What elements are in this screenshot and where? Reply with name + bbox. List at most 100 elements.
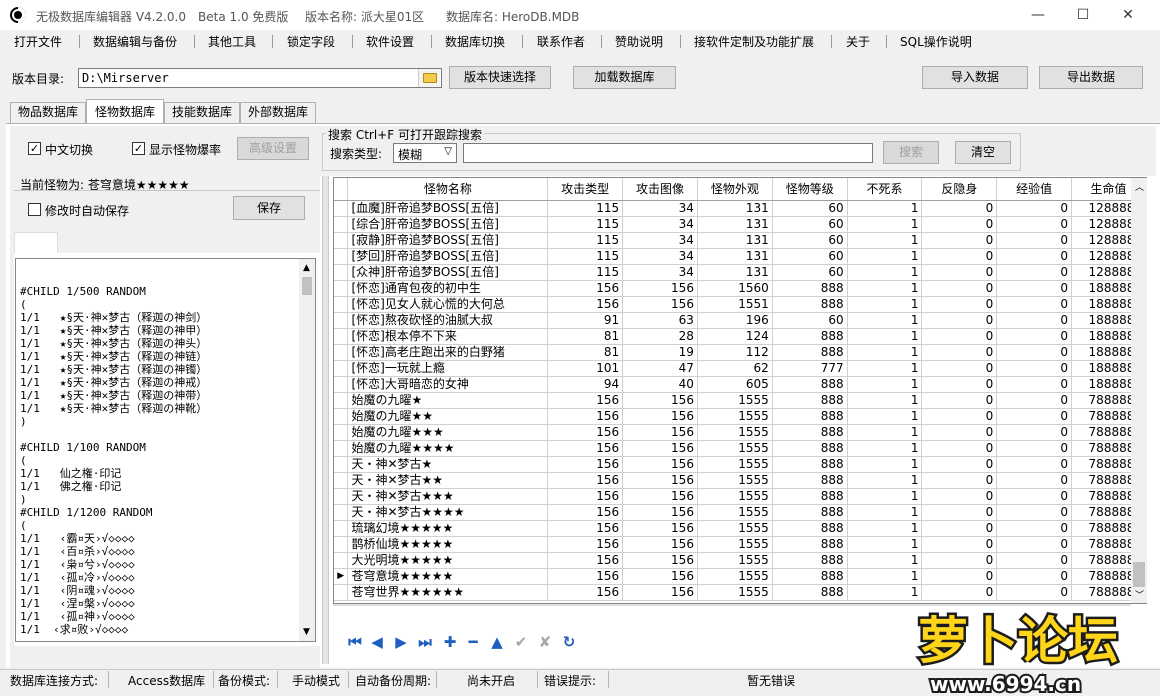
table-cell[interactable]: 1555 (697, 584, 773, 601)
row-header[interactable] (334, 424, 349, 441)
table-cell[interactable]: 156 (547, 536, 624, 553)
table-cell[interactable]: 156 (622, 280, 698, 297)
table-cell[interactable]: 1 (847, 488, 923, 505)
table-cell[interactable]: 156 (622, 456, 698, 473)
row-header[interactable] (334, 440, 349, 457)
scroll-up-icon[interactable]: ︿ (1135, 180, 1144, 193)
table-cell[interactable]: 156 (622, 520, 698, 537)
table-cell[interactable]: 115 (547, 232, 624, 249)
table-cell[interactable]: 始魔の九曜★★★★ (347, 440, 549, 457)
table-cell[interactable]: [怀恋]见女人就心慌的大何总 (347, 296, 549, 313)
column-header[interactable]: 攻击类型 (547, 178, 624, 201)
table-cell[interactable]: 91 (547, 312, 624, 329)
row-header[interactable] (334, 552, 349, 569)
table-cell[interactable]: 0 (921, 568, 998, 585)
table-row[interactable]: [综合]肝帝追梦BOSS[五倍] 115 34 131 60 1 0 0 1288888 (334, 216, 1146, 233)
table-cell[interactable]: 60 (772, 216, 848, 233)
table-cell[interactable]: 1 (847, 200, 923, 217)
table-cell[interactable]: 天・神✕梦古★★★★ (347, 504, 549, 521)
table-cell[interactable]: 1 (847, 568, 923, 585)
table-cell[interactable]: 156 (622, 472, 698, 489)
minimize-button[interactable]: — (1015, 0, 1061, 30)
column-header[interactable]: 怪物等级 (772, 178, 848, 201)
table-row[interactable]: [寂静]肝帝追梦BOSS[五倍] 115 34 131 60 1 0 0 1288888 (334, 232, 1146, 249)
scroll-down-icon[interactable]: ▼ (303, 627, 310, 637)
table-cell[interactable]: 0 (996, 568, 1073, 585)
table-row[interactable]: 始魔の九曜★★★ 156 156 1555 888 1 0 0 7888888 (334, 424, 1146, 441)
table-cell[interactable]: 0 (921, 392, 998, 409)
column-header[interactable]: 怪物名称 (347, 178, 549, 201)
menu-lock-fields[interactable]: 锁定字段 (287, 33, 335, 50)
table-cell[interactable]: 0 (996, 408, 1073, 425)
browse-folder-button[interactable] (418, 69, 440, 87)
next-record-icon[interactable]: ▶ (391, 629, 411, 655)
table-cell[interactable]: 196 (697, 312, 773, 329)
table-cell[interactable]: 大光明境★★★★★ (347, 552, 549, 569)
table-cell[interactable]: 天・神✕梦古★ (347, 456, 549, 473)
table-cell[interactable]: 888 (772, 440, 848, 457)
table-cell[interactable]: 1555 (697, 520, 773, 537)
table-cell[interactable]: 131 (697, 232, 773, 249)
column-header[interactable]: 不死系 (847, 178, 923, 201)
table-cell[interactable]: 1555 (697, 456, 773, 473)
table-row[interactable]: [怀恋]一玩就上瘾 101 47 62 777 1 0 0 1888888 (334, 360, 1146, 377)
table-cell[interactable]: 60 (772, 312, 848, 329)
table-cell[interactable]: 0 (996, 200, 1073, 217)
search-input[interactable] (463, 143, 873, 163)
table-cell[interactable]: 0 (921, 264, 998, 281)
row-header[interactable] (334, 328, 349, 345)
table-cell[interactable]: 60 (772, 248, 848, 265)
table-cell[interactable]: 156 (547, 568, 624, 585)
table-cell[interactable]: 1555 (697, 392, 773, 409)
splitter[interactable] (322, 176, 329, 664)
table-cell[interactable]: 0 (921, 296, 998, 313)
table-cell[interactable]: 888 (772, 520, 848, 537)
table-cell[interactable]: 888 (772, 424, 848, 441)
table-cell[interactable]: 0 (996, 536, 1073, 553)
table-cell[interactable]: 1555 (697, 488, 773, 505)
table-cell[interactable]: 1 (847, 456, 923, 473)
table-cell[interactable]: 始魔の九曜★★ (347, 408, 549, 425)
table-cell[interactable]: 131 (697, 248, 773, 265)
quick-select-button[interactable]: 版本快速选择 (449, 66, 551, 89)
table-cell[interactable]: 始魔の九曜★ (347, 392, 549, 409)
table-cell[interactable]: 0 (921, 344, 998, 361)
row-header[interactable] (334, 376, 349, 393)
table-cell[interactable]: 0 (996, 424, 1073, 441)
row-header[interactable] (334, 584, 349, 601)
table-cell[interactable]: 鹊桥仙境★★★★★ (347, 536, 549, 553)
table-cell[interactable]: 156 (622, 440, 698, 457)
table-cell[interactable]: 0 (921, 232, 998, 249)
table-cell[interactable]: 1 (847, 296, 923, 313)
table-cell[interactable]: 0 (996, 552, 1073, 569)
table-cell[interactable]: 60 (772, 232, 848, 249)
table-cell[interactable]: [怀恋]大哥暗恋的女神 (347, 376, 549, 393)
table-cell[interactable]: 63 (622, 312, 698, 329)
table-cell[interactable]: 888 (772, 472, 848, 489)
table-cell[interactable]: 156 (547, 456, 624, 473)
row-header[interactable] (334, 360, 349, 377)
table-cell[interactable]: 112 (697, 344, 773, 361)
table-cell[interactable]: 115 (547, 216, 624, 233)
table-cell[interactable]: 156 (547, 504, 624, 521)
table-cell[interactable]: 156 (547, 552, 624, 569)
dir-input[interactable]: D:\Mirserver (78, 68, 442, 88)
row-header[interactable] (334, 312, 349, 329)
search-type-select[interactable]: 模糊 ▽ (393, 143, 457, 163)
table-row[interactable]: [血魔]肝帝追梦BOSS[五倍] 115 34 131 60 1 0 0 1288888 (334, 200, 1146, 217)
table-cell[interactable]: 156 (622, 504, 698, 521)
table-cell[interactable]: [众神]肝帝追梦BOSS[五倍] (347, 264, 549, 281)
table-cell[interactable]: 115 (547, 200, 624, 217)
table-cell[interactable]: 156 (622, 488, 698, 505)
table-cell[interactable]: 1 (847, 328, 923, 345)
table-cell[interactable]: 1560 (697, 280, 773, 297)
import-button[interactable]: 导入数据 (922, 66, 1028, 89)
table-cell[interactable]: [综合]肝帝追梦BOSS[五倍] (347, 216, 549, 233)
table-row[interactable]: 琉璃幻境★★★★★ 156 156 1555 888 1 0 0 7888888 (334, 520, 1146, 537)
table-row[interactable]: [怀恋]高老庄跑出来的白野猪 81 19 112 888 1 0 0 1888888 (334, 344, 1146, 361)
table-cell[interactable]: 0 (921, 216, 998, 233)
table-cell[interactable]: 60 (772, 200, 848, 217)
table-cell[interactable]: 0 (921, 280, 998, 297)
edit-record-icon[interactable]: ▲ (487, 629, 507, 655)
table-cell[interactable]: 0 (921, 488, 998, 505)
